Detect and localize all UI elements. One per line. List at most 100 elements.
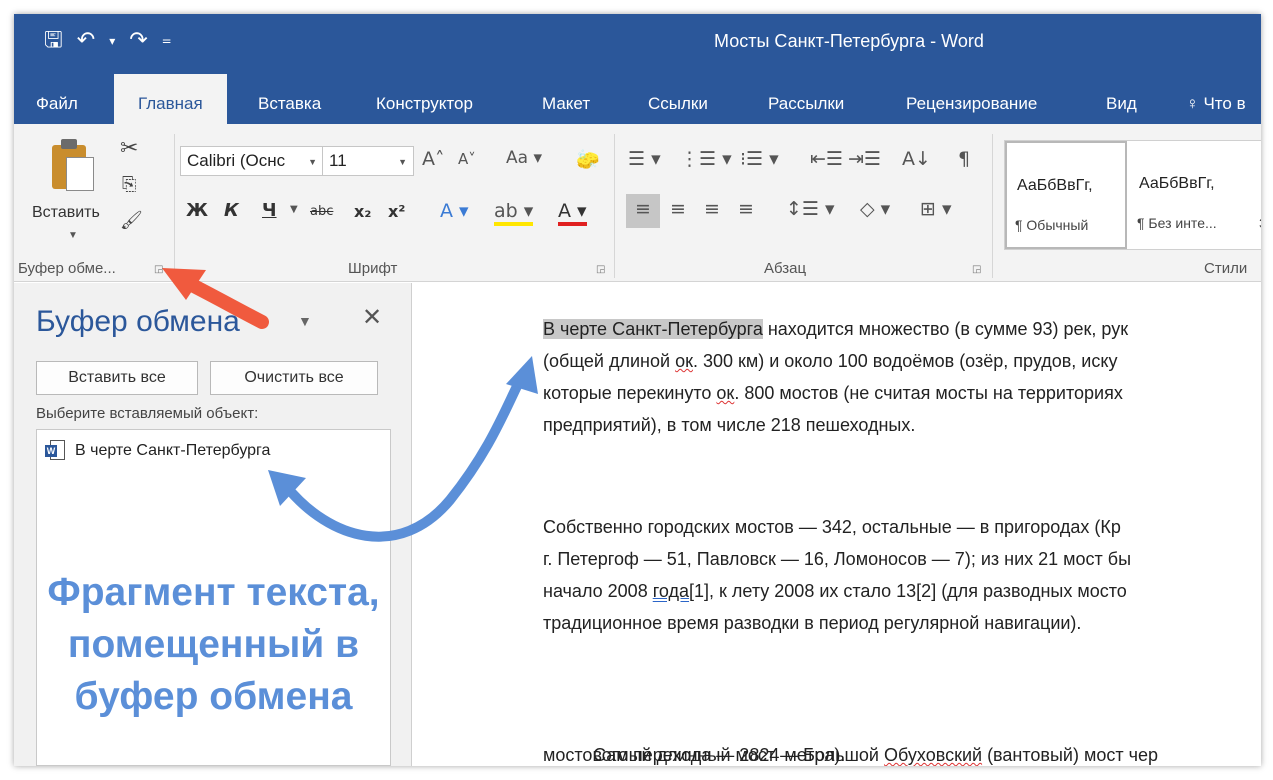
style-sample: АаБбВвГг, — [1139, 175, 1215, 192]
font-launcher-icon[interactable]: ◲ — [596, 264, 605, 275]
customize-qat-icon[interactable]: = — [162, 28, 172, 54]
increase-indent-icon[interactable]: ⇥☰ — [848, 148, 881, 170]
text-run: [1], к лету 2008 их стало 13[2] (для раз… — [689, 581, 1127, 601]
highlight-color-icon[interactable]: ab ▾ — [494, 200, 534, 226]
clear-all-button[interactable]: Очистить все — [210, 361, 378, 395]
clear-formatting-icon[interactable]: 🧽 — [576, 148, 600, 171]
numbering-icon[interactable]: ⋮☰ ▾ — [680, 148, 732, 170]
grow-font-icon[interactable]: A˄ — [422, 148, 445, 170]
text-run: . 300 км) и около 100 водоёмов (озёр, пр… — [692, 351, 1118, 371]
format-painter-icon[interactable]: 🖌 — [120, 210, 143, 231]
tab-home[interactable]: Главная — [114, 74, 227, 124]
clipboard-pane: Буфер обмена ▼ ✕ Вставить все Очистить в… — [14, 283, 412, 766]
annotation-line: Фрагмент текста, — [47, 571, 380, 614]
annotation-line: помещенный в — [67, 623, 360, 666]
font-name-value: Calibri (Оснс — [187, 151, 286, 170]
quick-access-toolbar: 🖫 ↶ ▾ ↷ = — [44, 28, 172, 54]
undo-dropdown-icon[interactable]: ▾ — [109, 28, 115, 54]
underline-button[interactable]: Ч — [262, 200, 277, 221]
superscript-button[interactable]: x² — [388, 202, 405, 221]
paragraph-line: мостового перехода — 2824 метра). — [543, 745, 846, 765]
multilevel-list-icon[interactable]: ⁝☰ ▾ — [740, 148, 779, 170]
annotation-callout: Фрагмент текста, помещенный в буфер обме… — [36, 567, 391, 723]
font-size-box[interactable]: 11 ▼ — [322, 146, 414, 176]
align-right-icon[interactable]: ≡ — [704, 198, 720, 220]
close-icon[interactable]: ✕ — [362, 303, 382, 332]
font-name-box[interactable]: Calibri (Оснс ▼ — [180, 146, 324, 176]
bold-button[interactable]: Ж — [186, 200, 208, 221]
tab-design[interactable]: Конструктор — [376, 86, 473, 124]
style-no-spacing[interactable]: АаБбВвГг, ¶ Без инте... — [1129, 141, 1251, 249]
grammar-error[interactable]: года — [653, 581, 689, 601]
style-normal[interactable]: АаБбВвГг, ¶ Обычный — [1005, 141, 1127, 249]
font-color-icon[interactable]: A ▾ — [558, 200, 587, 226]
justify-icon[interactable]: ≡ — [738, 198, 754, 220]
style-name: З — [1259, 215, 1261, 231]
document-page[interactable]: В черте Санкт-Петербурга находится множе… — [413, 283, 1261, 766]
paragraph-line: которые перекинуто ок. 800 мостов (не сч… — [543, 377, 1123, 409]
group-label-font: Шрифт — [348, 260, 398, 277]
font-size-dropdown-icon[interactable]: ▼ — [398, 157, 407, 167]
change-case-icon[interactable]: Aa ▾ — [506, 148, 542, 168]
shading-icon[interactable]: ◇ ▾ — [860, 198, 890, 220]
tab-insert[interactable]: Вставка — [258, 86, 321, 124]
redo-icon[interactable]: ↷ — [129, 28, 147, 54]
strikethrough-button[interactable]: abc — [310, 204, 333, 219]
save-icon[interactable]: 🖫 — [44, 28, 63, 54]
tab-review[interactable]: Рецензирование — [906, 86, 1037, 124]
shrink-font-icon[interactable]: A˅ — [458, 150, 476, 168]
tab-references[interactable]: Ссылки — [648, 86, 708, 124]
copy-icon[interactable]: ⎘ — [122, 174, 136, 195]
pane-options-icon[interactable]: ▼ — [298, 313, 312, 329]
tab-file[interactable]: Файл — [36, 86, 78, 124]
tab-layout[interactable]: Макет — [542, 86, 590, 124]
style-heading[interactable]: А З — [1251, 141, 1261, 249]
undo-icon[interactable]: ↶ — [77, 28, 95, 54]
align-left-icon[interactable]: ≡ — [626, 194, 660, 228]
word-window: 🖫 ↶ ▾ ↷ = Мосты Санкт-Петербурга - Word … — [14, 14, 1261, 766]
text-run: находится множество (в сумме 93) рек, ру… — [762, 319, 1129, 339]
selected-text[interactable]: В черте Санкт-Петербурга — [543, 319, 763, 339]
line-spacing-icon[interactable]: ↕☰ ▾ — [786, 198, 835, 220]
style-name: ¶ Обычный — [1015, 217, 1089, 233]
paragraph-line: традиционное время разводки в период рег… — [543, 613, 1082, 633]
tell-me-search[interactable]: ♀ Что в — [1186, 86, 1246, 124]
paste-dropdown-icon[interactable]: ▼ — [68, 230, 78, 241]
spelling-error[interactable]: ок — [716, 383, 734, 403]
clipboard-launcher-icon[interactable]: ◲ — [154, 264, 163, 275]
italic-button[interactable]: К — [224, 200, 239, 221]
paragraph-line: г. Петергоф — 51, Павловск — 16, Ломонос… — [543, 549, 1132, 569]
paragraph-launcher-icon[interactable]: ◲ — [972, 264, 981, 275]
group-separator — [992, 134, 993, 278]
tab-mailings[interactable]: Рассылки — [768, 86, 844, 124]
list-item[interactable]: W В черте Санкт-Петербурга — [45, 440, 270, 462]
subscript-button[interactable]: x₂ — [354, 202, 371, 221]
borders-icon[interactable]: ⊞ ▾ — [920, 198, 952, 220]
text-run: (общей длиной — [543, 351, 676, 371]
paragraph-line: предприятий), в том числе 218 пешеходных… — [543, 415, 916, 435]
align-center-icon[interactable]: ≡ — [670, 198, 686, 220]
font-name-dropdown-icon[interactable]: ▼ — [308, 157, 317, 167]
text-run: начало 2008 — [543, 581, 653, 601]
sort-icon[interactable]: A↓ — [902, 148, 931, 170]
group-label-paragraph: Абзац — [764, 260, 807, 277]
spelling-error[interactable]: ок — [675, 351, 693, 371]
styles-gallery: АаБбВвГг, ¶ Обычный АаБбВвГг, ¶ Без инте… — [1004, 140, 1261, 250]
underline-dropdown-icon[interactable]: ▼ — [290, 204, 298, 215]
spelling-error[interactable]: Обуховский — [884, 745, 982, 765]
text-effects-icon[interactable]: A ▾ — [440, 200, 469, 222]
tab-view[interactable]: Вид — [1106, 86, 1137, 124]
cut-icon[interactable]: ✂ — [120, 136, 138, 161]
text-run: (вантовый) мост чер — [982, 745, 1159, 765]
show-marks-icon[interactable]: ¶ — [958, 148, 970, 170]
bullets-icon[interactable]: ☰ ▾ — [628, 148, 661, 170]
paragraph-line: В черте Санкт-Петербурга находится множе… — [543, 313, 1128, 345]
decrease-indent-icon[interactable]: ⇤☰ — [810, 148, 843, 170]
paste-button[interactable]: Вставить — [32, 204, 100, 222]
font-size-value: 11 — [329, 151, 347, 170]
paste-icon[interactable] — [52, 139, 96, 191]
paste-all-button[interactable]: Вставить все — [36, 361, 198, 395]
paragraph-line: начало 2008 года[1], к лету 2008 их стал… — [543, 575, 1127, 607]
ribbon-tabs: Файл Главная Вставка Конструктор Макет С… — [14, 70, 1261, 124]
paper-shape — [66, 157, 94, 191]
